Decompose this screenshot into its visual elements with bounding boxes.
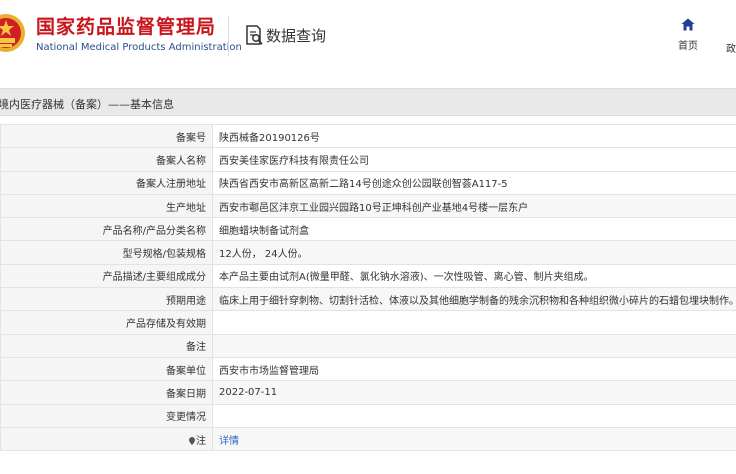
row-value: 西安市鄠邑区沣京工业园兴园路10号正坤科创产业基地4号楼一层东户 — [212, 193, 736, 219]
row-label: 产品描述/主要组成成分 — [0, 263, 213, 289]
note-label: 注 — [196, 435, 206, 447]
row-label: 备案人注册地址 — [0, 170, 213, 195]
row-value: 2022-07-11 — [212, 380, 736, 405]
table-row: 备案单位 西安市市场监督管理局 — [0, 356, 736, 382]
row-label: 生产地址 — [0, 193, 213, 219]
site-header: 国家药品监督管理局 National Medical Products Admi… — [0, 0, 736, 78]
row-label: 产品名称/产品分类名称 — [0, 217, 213, 242]
row-value — [212, 403, 736, 428]
row-label: 型号规格/包装规格 — [0, 240, 213, 265]
row-value: 12人份， 24人份。 — [212, 240, 736, 265]
detail-table: 备案号 陕西械备20190126号 备案人名称 西安美佳家医疗科技有限责任公司 备案… — [0, 123, 736, 452]
table-row: 型号规格/包装规格 12人份， 24人份。 — [0, 240, 736, 265]
site-name-en: National Medical Products Administration — [36, 42, 242, 53]
section-header: 境内医疗器械（备案）——基本信息 — [0, 88, 736, 116]
document-search-icon — [246, 25, 263, 45]
row-label: 备案号 — [0, 123, 213, 149]
national-emblem-icon — [0, 14, 25, 52]
table-row: 备注 — [0, 333, 736, 358]
nav-home-label: 首页 — [678, 41, 698, 52]
row-label: 产品存储及有效期 — [0, 310, 213, 335]
row-value: 陕西械备20190126号 — [212, 123, 736, 149]
row-value: 西安市市场监督管理局 — [212, 356, 736, 382]
row-value: 陕西省西安市高新区高新二路14号创途众创公园联创智荟A117-5 — [212, 170, 736, 195]
row-value: 西安美佳家医疗科技有限责任公司 — [212, 147, 736, 172]
details-link[interactable]: 详情 — [219, 436, 239, 447]
home-icon — [681, 18, 695, 31]
row-label: 备案人名称 — [0, 147, 213, 172]
row-label: 备案日期 — [0, 380, 213, 405]
nav-home[interactable]: 首页 — [668, 18, 708, 52]
table-row: 预期用途 临床上用于细针穿刺物、切割针活检、体液以及其他细胞学制备的残余沉积物和各… — [0, 287, 736, 312]
table-row: 备案号 陕西械备20190126号 — [0, 123, 736, 149]
header-divider — [228, 16, 229, 56]
table-row-note: 注 详情 — [0, 426, 736, 452]
row-value-note: 详情 — [212, 426, 736, 452]
table-row: 备案人注册地址 陕西省西安市高新区高新二路14号创途众创公园联创智荟A117-5 — [0, 170, 736, 195]
table-row: 变更情况 — [0, 403, 736, 428]
row-value — [212, 333, 736, 358]
nav-item-partial[interactable]: 政 — [726, 40, 736, 55]
table-row: 备案日期 2022-07-11 — [0, 380, 736, 405]
table-row: 产品存储及有效期 — [0, 310, 736, 335]
row-value: 本产品主要由试剂A(微量甲醛、氯化钠水溶液)、一次性吸管、离心管、制片夹组成。 — [212, 263, 736, 289]
row-value — [212, 310, 736, 335]
table-row: 产品描述/主要组成成分 本产品主要由试剂A(微量甲醛、氯化钠水溶液)、一次性吸管、… — [0, 263, 736, 289]
row-label: 备案单位 — [0, 356, 213, 382]
pin-icon — [189, 436, 195, 445]
site-name-cn: 国家药品监督管理局 — [36, 16, 217, 38]
row-label: 变更情况 — [0, 403, 213, 428]
row-value: 临床上用于细针穿刺物、切割针活检、体液以及其他细胞学制备的残余沉积物和各种组织微… — [212, 287, 736, 312]
table-row: 产品名称/产品分类名称 细胞蜡块制备试剂盒 — [0, 217, 736, 242]
table-row: 备案人名称 西安美佳家医疗科技有限责任公司 — [0, 147, 736, 172]
page-name: 数据查询 — [266, 27, 327, 45]
row-label-note: 注 — [0, 426, 213, 452]
row-label: 预期用途 — [0, 287, 213, 312]
row-label: 备注 — [0, 333, 213, 358]
table-row: 生产地址 西安市鄠邑区沣京工业园兴园路10号正坤科创产业基地4号楼一层东户 — [0, 193, 736, 219]
row-value: 细胞蜡块制备试剂盒 — [212, 217, 736, 242]
section-title: 境内医疗器械（备案）——基本信息 — [0, 98, 174, 111]
